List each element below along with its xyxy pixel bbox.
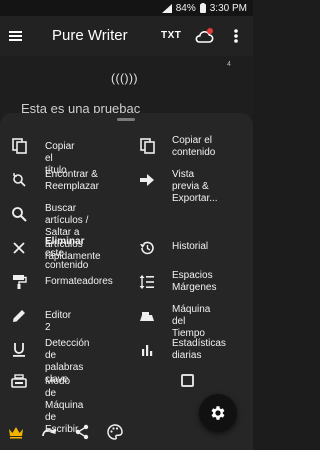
time-machine-label: Máquina del Tiempo bbox=[172, 304, 211, 339]
spacing-margins-label: Espacios Márgenes bbox=[172, 270, 217, 293]
app-title: Pure Writer bbox=[52, 27, 128, 44]
editor2-label: Editor 2 bbox=[45, 310, 72, 333]
battery-icon bbox=[199, 3, 206, 13]
editor-area[interactable]: 4 ((())) Esta es una pruebac bbox=[0, 56, 253, 116]
hamburger-menu-icon[interactable] bbox=[7, 26, 25, 46]
delete-rest-text: este contenido bbox=[45, 248, 89, 271]
copy-icon bbox=[11, 138, 27, 154]
arrow-right-icon bbox=[139, 172, 155, 188]
search-icon bbox=[11, 206, 27, 222]
close-icon bbox=[11, 240, 27, 256]
status-time: 3:30 PM bbox=[209, 2, 247, 14]
txt-format-button[interactable]: TXT bbox=[161, 30, 181, 41]
typewriter-icon bbox=[11, 373, 27, 389]
line-spacing-icon bbox=[139, 274, 155, 290]
find-replace-label: Encontrar & Reemplazar bbox=[45, 169, 99, 192]
bottom-toolbar bbox=[0, 414, 253, 450]
palette-icon[interactable] bbox=[107, 424, 123, 440]
delete-bold-text: Eliminar bbox=[45, 236, 85, 247]
bar-chart-icon bbox=[139, 342, 155, 358]
typewriter-mode-checkbox[interactable] bbox=[181, 374, 194, 387]
app-bar: Pure Writer TXT bbox=[0, 16, 253, 56]
drag-handle[interactable] bbox=[117, 118, 135, 121]
cloud-sync-icon[interactable] bbox=[194, 27, 214, 45]
audio-waves-indicator: ((())) bbox=[111, 71, 138, 85]
notification-dot bbox=[207, 28, 213, 34]
formatters-label: Formateadores bbox=[45, 276, 113, 287]
delete-content-label: Eliminar este contenido bbox=[45, 236, 88, 272]
history-icon bbox=[139, 240, 155, 256]
copy-content-label: Copiar el contenido bbox=[172, 135, 216, 158]
history-label: Historial bbox=[172, 241, 209, 252]
time-machine-icon bbox=[139, 308, 155, 324]
status-bar: 84% 3:30 PM bbox=[0, 0, 253, 16]
more-vert-icon[interactable] bbox=[231, 26, 241, 46]
redo-icon[interactable] bbox=[41, 424, 57, 440]
word-counter: 4 bbox=[227, 61, 231, 68]
share-icon[interactable] bbox=[74, 424, 90, 440]
daily-stats-label: Estadísticas diarias bbox=[172, 338, 226, 361]
paint-roller-icon bbox=[11, 274, 27, 290]
preview-export-label: Vista previa & Exportar... bbox=[172, 169, 218, 204]
battery-percent: 84% bbox=[175, 2, 196, 14]
underline-icon bbox=[11, 342, 27, 358]
signal-icon bbox=[161, 3, 172, 13]
pencil-icon bbox=[11, 308, 27, 324]
copy-icon bbox=[139, 138, 155, 154]
find-replace-icon bbox=[11, 172, 27, 188]
crown-icon[interactable] bbox=[8, 424, 24, 440]
